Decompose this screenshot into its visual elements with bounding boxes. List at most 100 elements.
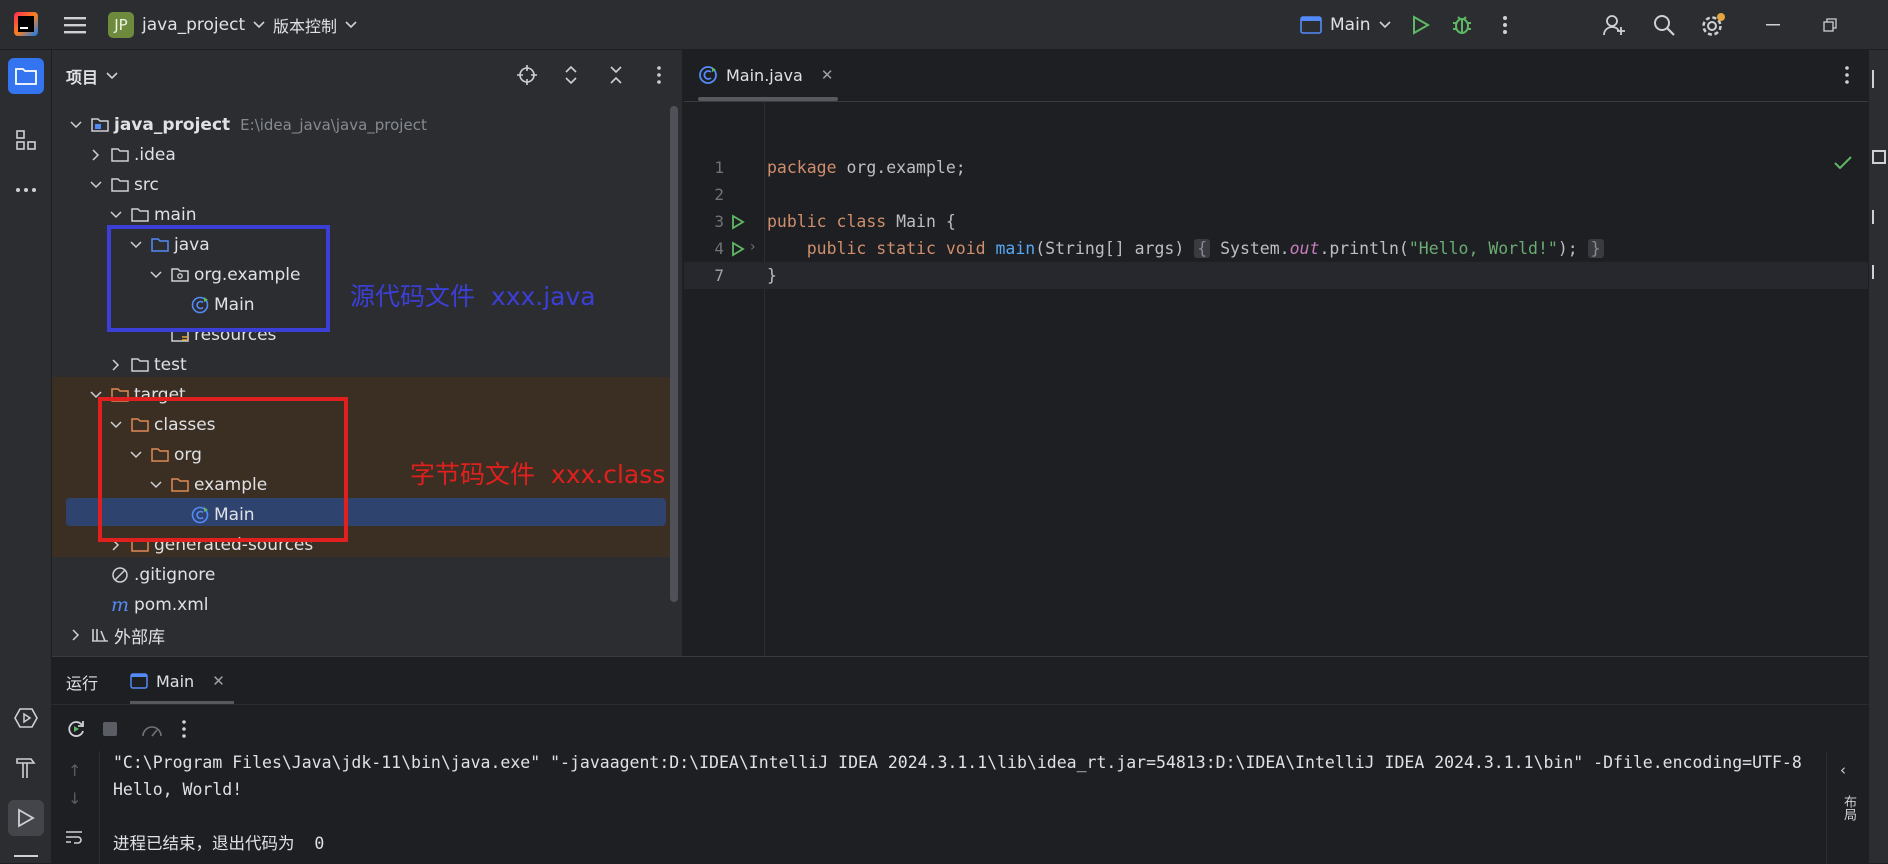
run-panel: 运行 Main ✕ ↑ ↓ "C:\Program Files\Java\jdk… [52,656,1868,864]
code-token: } [767,266,777,285]
folder-icon [130,205,150,225]
build-tool-button[interactable] [8,750,44,786]
code-line-4[interactable]: public static void main(String[] args) {… [767,235,1604,262]
tree-item[interactable]: .gitignore [52,560,672,590]
code-line-1[interactable]: package org.example; [767,154,966,181]
code-token: ); [1557,239,1588,258]
editor-options-button[interactable] [1834,62,1860,88]
check-icon[interactable] [1834,156,1852,170]
code-token: org.example; [836,158,966,177]
down-arrow-icon[interactable]: ↓ [68,789,81,808]
services-icon [14,708,38,728]
folded-region[interactable]: } [1587,239,1604,258]
tree-item[interactable]: 外部库 [52,620,672,650]
add-user-icon [1603,15,1625,36]
project-tool-button[interactable] [8,58,44,94]
chevron-left-icon[interactable]: ‹ [1840,761,1846,779]
tree-item[interactable]: m pom.xml [52,590,672,620]
tab-main-java[interactable]: Main.java ✕ [698,50,833,100]
more-vertical-icon [1503,16,1507,34]
folded-region[interactable]: { [1194,239,1211,258]
code-token: .println( [1319,239,1409,258]
notifications-icon[interactable] [1872,70,1886,88]
tree-item[interactable]: test [52,350,672,380]
code-token: "Hello, World!" [1408,239,1558,258]
project-selector[interactable]: JP java_project [108,10,265,40]
run-panel-title: 运行 [66,674,99,693]
project-panel: 项目 java_project E:\idea_java\java_project… [52,50,715,656]
main-menu-icon[interactable] [60,10,90,40]
maven-icon[interactable] [1872,210,1886,224]
source-annotation-label: 源代码文件 xxx.java [350,282,596,311]
line-number: 3 [714,212,724,231]
application-icon [1300,16,1322,34]
chevron-right-icon[interactable] [106,355,126,375]
run-tool-button[interactable] [8,800,44,836]
chevron-down-icon[interactable] [66,115,86,135]
restore-button[interactable] [1815,10,1845,40]
more-actions-button[interactable] [1490,10,1520,40]
up-arrow-icon[interactable]: ↑ [68,761,81,780]
hammer-icon [16,758,36,778]
rerun-button[interactable] [64,717,88,741]
chevron-down-icon[interactable] [106,205,126,225]
tree-item[interactable]: .idea [52,140,672,170]
gutter-run-button[interactable] [728,239,748,259]
tree-item-label: java_project [114,115,231,135]
stop-button[interactable] [98,717,122,741]
chevron-right-icon[interactable] [66,625,86,645]
line-number: 2 [714,185,724,204]
folder-icon [110,145,130,165]
java-class-icon [699,66,717,84]
layout-label[interactable]: 布局 [1838,795,1856,821]
gutter-divider [764,102,765,656]
soft-wrap-icon[interactable] [64,829,84,845]
close-tab-icon[interactable]: ✕ [212,672,225,690]
close-tab-icon[interactable]: ✕ [821,66,834,84]
code-line-7[interactable]: } [767,262,777,289]
tree-item-label: pom.xml [134,595,209,615]
code-token: System. [1210,239,1290,258]
tree-item-label: test [154,355,187,375]
run-config-selector[interactable]: Main [1300,10,1391,40]
database-icon[interactable] [1872,150,1886,164]
tree-scrollbar[interactable] [670,106,678,602]
run-icon [732,241,745,257]
more-tools-button[interactable] [8,172,44,208]
run-icon [732,214,745,230]
vcs-selector[interactable]: 版本控制 [273,10,357,40]
services-tool-button[interactable] [8,700,44,736]
tree-item-label: .gitignore [134,565,216,585]
search-button[interactable] [1648,10,1680,40]
fold-arrow-icon[interactable]: › [750,239,756,255]
settings-button[interactable] [1697,10,1729,40]
chevron-down-icon[interactable] [86,175,106,195]
line-number: 1 [714,158,724,177]
ai-icon[interactable] [1872,265,1886,279]
debug-button[interactable] [1447,10,1477,40]
structure-tool-button[interactable] [8,122,44,158]
gutter-run-button[interactable] [728,212,748,232]
chevron-down-icon [253,21,265,29]
chevron-right-icon[interactable] [86,145,106,165]
chevron-down-icon [1379,21,1391,29]
tree-item[interactable]: java_project E:\idea_java\java_project [52,110,672,140]
tree-item[interactable]: src [52,170,672,200]
run-tab-main[interactable]: Main ✕ [130,657,225,705]
tree-item-label: src [134,175,159,195]
run-button[interactable] [1406,10,1436,40]
code-line-3[interactable]: public class Main { [767,208,956,235]
intellij-logo-icon[interactable] [14,12,38,36]
bytecode-annotation-label: 字节码文件 xxx.class [410,460,666,489]
minimize-button[interactable] [1758,10,1788,40]
run-options-button[interactable] [174,717,194,741]
title-bar: JP java_project 版本控制 Main [0,0,1888,50]
profile-button[interactable] [138,717,166,741]
line-number: 7 [714,266,724,285]
more-horizontal-icon [16,188,36,192]
profiler-icon [142,726,162,737]
code-token: public static void [806,239,986,258]
add-user-button[interactable] [1598,10,1630,40]
terminal-icon[interactable] [14,855,38,861]
run-icon [1413,15,1430,35]
